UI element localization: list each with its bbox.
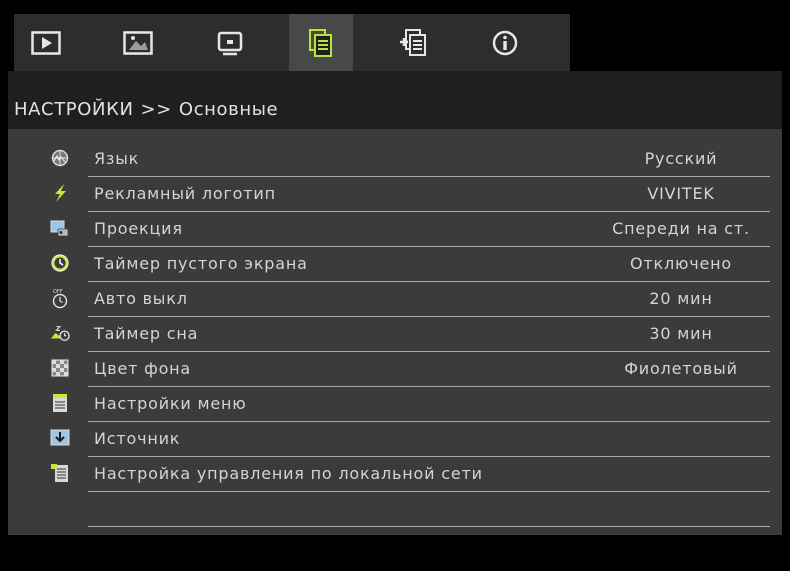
row-divider — [88, 526, 770, 527]
menu-label: Таймер сна — [94, 324, 199, 343]
menu-value: Русский — [644, 149, 718, 168]
background-color-icon — [50, 358, 70, 378]
menu-row-sleep-timer[interactable]: Таймер сна 30 мин — [8, 317, 782, 352]
menu-label: Настройка управления по локальной сети — [94, 464, 483, 483]
menu-label: Настройки меню — [94, 394, 247, 413]
osd-menu: НАСТРОЙКИ >> Основные Язык Русский Рекламн… — [8, 8, 782, 563]
menu-row-menu-settings[interactable]: Настройки меню — [8, 387, 782, 422]
menu-label: Проекция — [94, 219, 183, 238]
info-icon — [492, 30, 518, 55]
menu-row-ad-logo[interactable]: Рекламный логотип VIVITEK — [8, 177, 782, 212]
menu-label: Рекламный логотип — [94, 184, 276, 203]
tab-play[interactable] — [14, 14, 78, 71]
tab-bar — [8, 8, 782, 71]
breadcrumb-separator: >> — [140, 99, 172, 120]
auto-off-icon: OFF — [50, 288, 70, 309]
tab-display[interactable] — [198, 14, 262, 71]
breadcrumb-section: НАСТРОЙКИ — [14, 99, 134, 120]
settings-panel: Язык Русский Рекламный логотип VIVITEK П… — [8, 129, 782, 535]
menu-row-lan-settings[interactable]: Настройка управления по локальной сети — [8, 457, 782, 492]
menu-row-language[interactable]: Язык Русский — [8, 142, 782, 177]
menu-label: Язык — [94, 149, 140, 168]
menu-row-auto-off[interactable]: OFF Авто выкл 20 мин — [8, 282, 782, 317]
tab-info[interactable] — [473, 14, 537, 71]
menu-settings-icon — [50, 393, 70, 413]
menu-label: Таймер пустого экрана — [94, 254, 308, 273]
menu-value: 30 мин — [649, 324, 713, 343]
menu-label: Цвет фона — [94, 359, 192, 378]
projection-icon — [50, 218, 70, 238]
menu-row-background-color[interactable]: Цвет фона Фиолетовый — [8, 352, 782, 387]
advanced-settings-icon — [400, 28, 426, 56]
play-screen-icon — [31, 30, 61, 55]
lightning-icon — [50, 183, 70, 203]
menu-row-empty — [8, 492, 782, 527]
menu-row-projection[interactable]: Проекция Спереди на ст. — [8, 212, 782, 247]
settings-document-icon — [309, 28, 332, 57]
picture-icon — [123, 30, 153, 55]
menu-row-source[interactable]: Источник — [8, 422, 782, 457]
tab-settings[interactable] — [289, 14, 353, 71]
lan-settings-icon — [50, 463, 70, 483]
menu-row-blank-timer[interactable]: Таймер пустого экрана Отключено — [8, 247, 782, 282]
menu-label: Авто выкл — [94, 289, 188, 308]
status-bar — [8, 535, 782, 563]
menu-value: VIVITEK — [647, 184, 715, 203]
breadcrumb-page: Основные — [178, 99, 279, 120]
tab-advanced[interactable] — [381, 14, 445, 71]
language-globe-icon — [50, 148, 70, 168]
breadcrumb: НАСТРОЙКИ >> Основные — [8, 71, 782, 129]
breadcrumb-text: НАСТРОЙКИ >> Основные — [14, 99, 278, 120]
menu-value: Фиолетовый — [624, 359, 738, 378]
menu-value: Спереди на ст. — [612, 219, 750, 238]
display-icon — [217, 31, 243, 55]
tab-picture[interactable] — [106, 14, 170, 71]
sleep-timer-icon — [50, 323, 70, 343]
source-icon — [50, 428, 70, 448]
timer-icon — [50, 253, 70, 273]
menu-label: Источник — [94, 429, 181, 448]
menu-value: 20 мин — [649, 289, 713, 308]
menu-value: Отключено — [629, 254, 733, 273]
